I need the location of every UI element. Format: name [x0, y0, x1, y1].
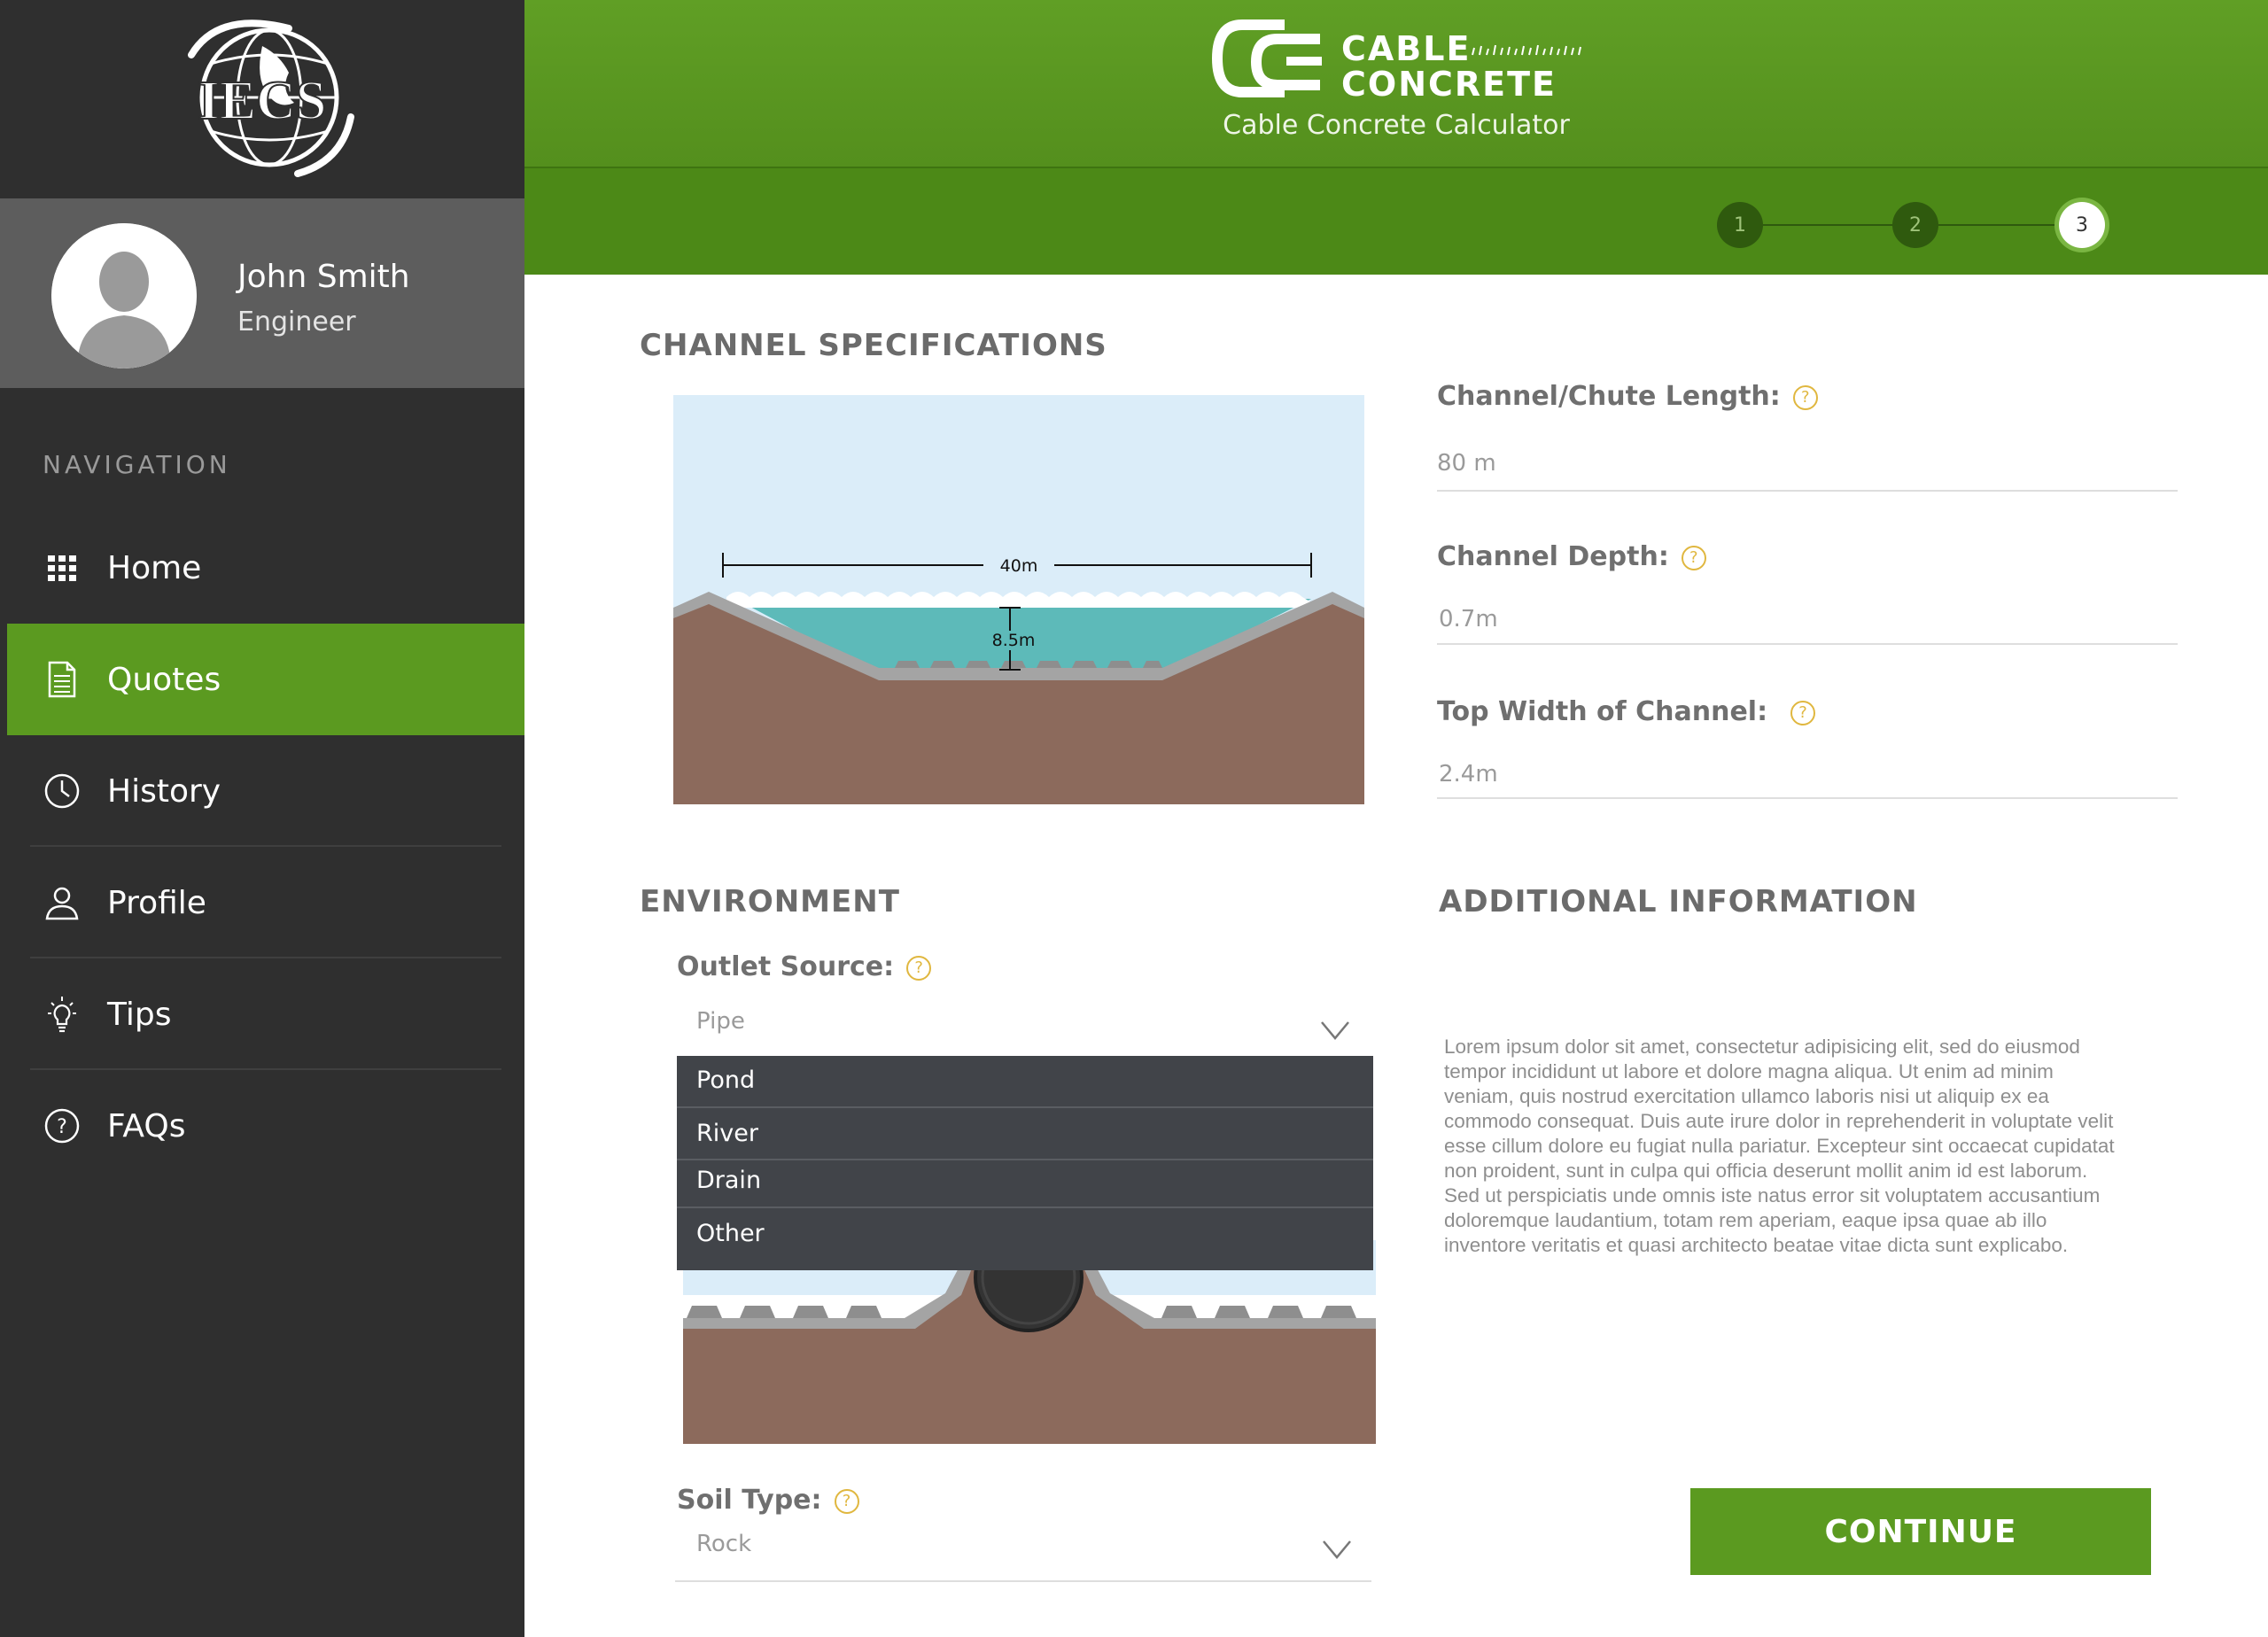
nav-label-faqs: FAQs	[107, 1107, 186, 1144]
user-panel: John Smith Engineer	[0, 198, 524, 388]
nav-item-history[interactable]: History	[0, 735, 524, 847]
help-icon[interactable]: ?	[1681, 545, 1706, 570]
input-underline	[1437, 797, 2178, 799]
nav-item-profile[interactable]: Profile	[0, 847, 524, 958]
progress-stepper: 1 2 3	[524, 168, 2268, 275]
top-width-label: Top Width of Channel:?	[1437, 696, 1816, 727]
channel-length-label: Channel/Chute Length:?	[1437, 381, 1818, 412]
user-name: John Smith	[237, 259, 410, 295]
nav-item-home[interactable]: Home	[0, 512, 524, 624]
outlet-source-label: Outlet Source:?	[677, 951, 932, 982]
nav-label-tips: Tips	[107, 996, 172, 1033]
depth-dimension-label: 8.5m	[992, 631, 1036, 650]
input-underline	[1437, 490, 2178, 492]
step-connector	[1938, 224, 2059, 226]
channel-specs-title: CHANNEL SPECIFICATIONS	[640, 328, 1107, 363]
soil-type-label: Soil Type:?	[677, 1485, 859, 1516]
help-icon[interactable]: ?	[1792, 384, 1818, 410]
help-icon[interactable]: ?	[1790, 700, 1816, 725]
dropdown-option[interactable]: Other	[677, 1220, 1373, 1247]
nav-label-history: History	[107, 772, 221, 810]
channel-depth-input[interactable]: 0.7m	[1439, 606, 1498, 632]
avatar[interactable]	[51, 223, 197, 369]
dropdown-divider	[677, 1159, 1373, 1160]
user-role: Engineer	[237, 306, 356, 337]
environment-title: ENVIRONMENT	[640, 884, 900, 919]
lightbulb-icon	[43, 995, 82, 1034]
dropdown-option[interactable]: River	[677, 1120, 1373, 1147]
additional-info-title: ADDITIONAL INFORMATION	[1439, 884, 1918, 919]
chevron-down-icon[interactable]	[1320, 1020, 1350, 1040]
top-width-input[interactable]: 2.4m	[1439, 761, 1498, 787]
continue-button[interactable]: CONTINUE	[1690, 1488, 2151, 1575]
grid-icon	[43, 548, 82, 587]
soil-type-select[interactable]: Rock	[696, 1531, 751, 1557]
dropdown-divider	[677, 1206, 1373, 1208]
question-circle-icon: ?	[43, 1106, 82, 1145]
nav-item-quotes[interactable]: Quotes	[7, 624, 524, 735]
outlet-source-select[interactable]: Pipe	[696, 1008, 745, 1035]
channel-length-input[interactable]: 80 m	[1437, 450, 1496, 477]
iecs-logo: IECS	[0, 0, 524, 198]
person-icon	[43, 883, 82, 922]
document-icon	[43, 660, 82, 699]
nav-label-quotes: Quotes	[107, 661, 221, 698]
dropdown-option[interactable]: Pond	[677, 1067, 1373, 1094]
outlet-source-dropdown: Pond River Drain Other	[677, 1056, 1373, 1270]
additional-info-text: Lorem ipsum dolor sit amet, consectetur …	[1444, 1036, 2115, 1256]
nav-item-tips[interactable]: Tips	[0, 958, 524, 1070]
svg-text:CONCRETE: CONCRETE	[1341, 65, 1557, 104]
nav-label-home: Home	[107, 549, 202, 586]
navigation-heading: NAVIGATION	[43, 450, 231, 479]
help-icon[interactable]: ?	[906, 955, 932, 981]
globe-logo-icon: IECS	[188, 19, 354, 177]
input-underline	[675, 1580, 1371, 1582]
step-connector	[1763, 224, 1892, 226]
clock-icon	[43, 772, 82, 811]
nav-label-profile: Profile	[107, 884, 206, 921]
header-subtitle: Cable Concrete Calculator	[1223, 110, 1570, 141]
header-brand-bar: CABLE CONCRETE Cable Concrete Calculator	[524, 0, 2268, 168]
step-3[interactable]: 3	[2059, 202, 2105, 248]
channel-depth-label: Channel Depth:?	[1437, 541, 1706, 572]
chevron-down-icon[interactable]	[1322, 1540, 1352, 1559]
dropdown-divider	[677, 1106, 1373, 1108]
help-icon[interactable]: ?	[834, 1488, 859, 1514]
step-2[interactable]: 2	[1892, 202, 1938, 248]
svg-text:CABLE: CABLE	[1341, 29, 1471, 68]
sidebar: IECS John Smith Engineer NAVIGATION Home…	[0, 0, 524, 1637]
cable-concrete-logo: CABLE CONCRETE	[1207, 16, 1596, 108]
dropdown-option[interactable]: Drain	[677, 1167, 1373, 1194]
app-header: CABLE CONCRETE Cable Concrete Calculator…	[524, 0, 2268, 275]
svg-text:IECS: IECS	[198, 71, 327, 131]
nav-list: Home Quotes History Profile Tips ? FAQs	[0, 512, 524, 1182]
width-dimension-label: 40m	[1000, 556, 1038, 576]
nav-item-faqs[interactable]: ? FAQs	[0, 1070, 524, 1182]
person-silhouette-icon	[51, 223, 197, 369]
input-underline	[1437, 643, 2178, 645]
outlet-diagram	[683, 1240, 1376, 1444]
svg-text:?: ?	[57, 1116, 67, 1138]
channel-diagram: 40m 8.5m	[673, 395, 1364, 804]
step-1[interactable]: 1	[1717, 202, 1763, 248]
